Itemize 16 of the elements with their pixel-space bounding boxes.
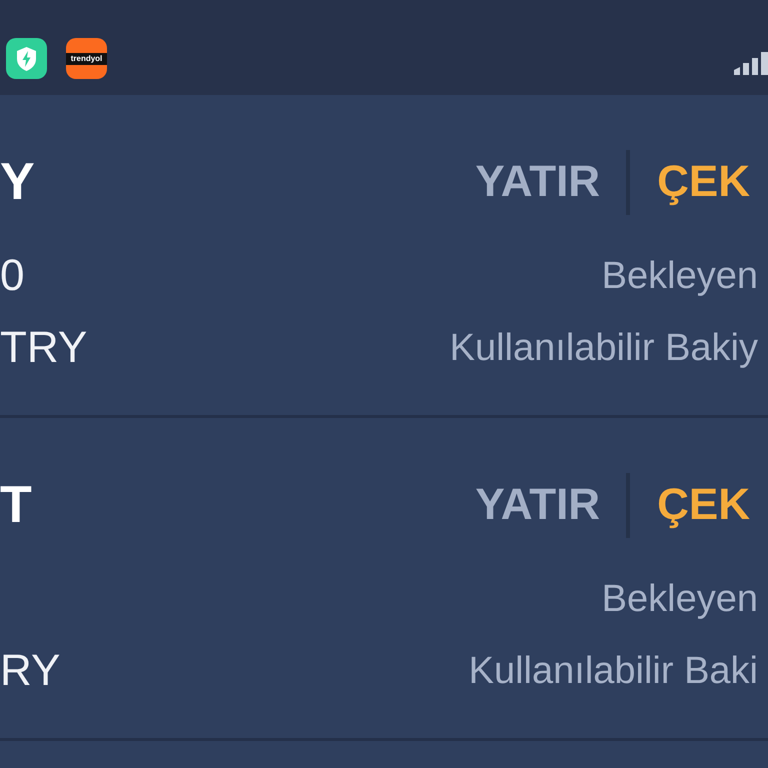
action-button[interactable]: YATIR [475, 156, 600, 208]
action-button[interactable]: ÇEK [657, 479, 750, 531]
balance-label: Bekleyen [602, 254, 759, 299]
action-button[interactable]: ÇEK [657, 156, 750, 208]
balance-value: RY [0, 647, 60, 695]
balance-value: TRY [0, 324, 88, 372]
action-button[interactable]: YATIR [475, 479, 600, 531]
account-title: T [0, 475, 32, 535]
balance-label: Kullanılabilir Baki [468, 649, 759, 694]
balance-value: 0 [0, 252, 24, 300]
balance-label: Kullanılabilir Bakiy [450, 326, 759, 371]
signal-icon [734, 52, 768, 75]
app-icon-label: trendyol [66, 52, 107, 64]
account-title: Y [0, 152, 35, 212]
balance-label: Bekleyen [602, 577, 759, 622]
shield-bolt-app-icon [6, 38, 47, 79]
